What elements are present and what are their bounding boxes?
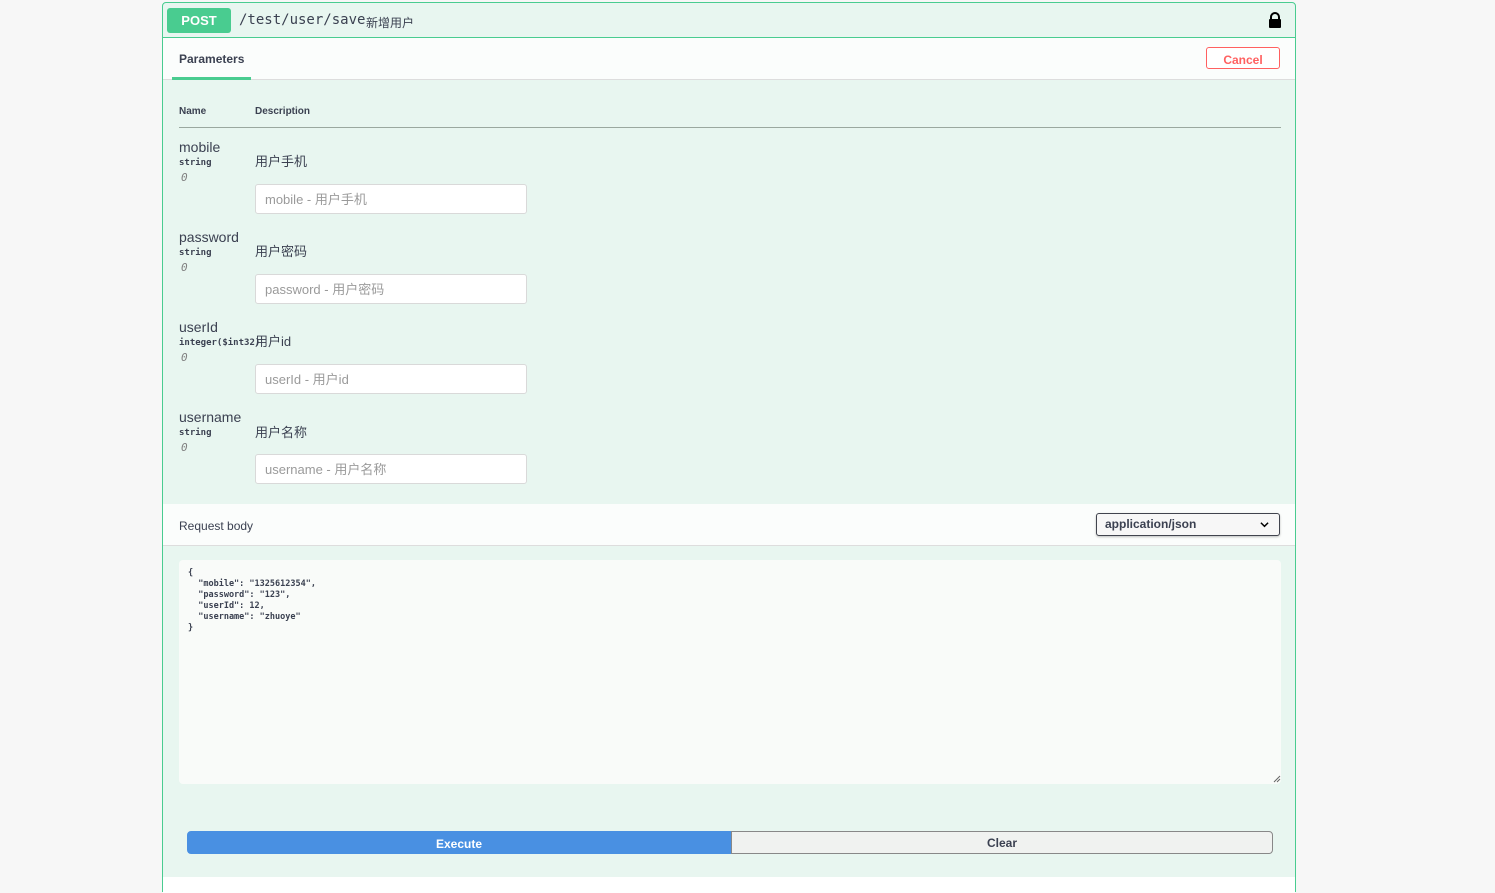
param-description-mobile: 用户手机 bbox=[255, 154, 308, 169]
param-name-mobile: mobile bbox=[179, 139, 221, 155]
chevron-down-icon bbox=[1260, 522, 1269, 528]
param-type-password: string bbox=[179, 248, 212, 258]
param-in-userid: 0 bbox=[181, 351, 188, 364]
table-header-divider bbox=[179, 127, 1281, 128]
lock-icon[interactable] bbox=[1268, 12, 1282, 28]
userid-input[interactable] bbox=[255, 364, 527, 394]
param-in-mobile: 0 bbox=[181, 171, 188, 184]
operation-block-post-user-save: POST /test/user/save 新增用户 Parameters Can… bbox=[162, 2, 1296, 893]
param-description-password: 用户密码 bbox=[255, 244, 308, 259]
resize-handle-icon[interactable] bbox=[1273, 775, 1281, 783]
operation-summary[interactable]: POST /test/user/save 新增用户 bbox=[163, 3, 1295, 38]
parameters-section-header: Parameters Cancel bbox=[163, 38, 1295, 80]
request-body-header: Request body application/json bbox=[163, 504, 1295, 546]
param-name-username: username bbox=[179, 409, 242, 425]
param-type-userid: integer($int32) bbox=[179, 338, 261, 348]
bottom-divider bbox=[163, 877, 1295, 893]
cancel-button[interactable]: Cancel bbox=[1206, 47, 1280, 69]
column-header-description: Description bbox=[255, 106, 311, 117]
param-in-password: 0 bbox=[181, 261, 188, 274]
param-name-password: password bbox=[179, 229, 239, 245]
clear-button[interactable]: Clear bbox=[731, 831, 1273, 854]
operation-summary-text: 新增用户 bbox=[366, 16, 415, 30]
param-description-userid: 用户id bbox=[255, 334, 292, 349]
password-input[interactable] bbox=[255, 274, 527, 304]
param-type-username: string bbox=[179, 428, 212, 438]
column-header-name: Name bbox=[179, 106, 207, 117]
param-in-username: 0 bbox=[181, 441, 188, 454]
param-description-username: 用户名称 bbox=[255, 425, 308, 440]
request-body-label: Request body bbox=[179, 519, 254, 533]
content-type-value: application/json bbox=[1105, 517, 1197, 531]
content-type-select[interactable]: application/json bbox=[1096, 513, 1280, 536]
mobile-input[interactable] bbox=[255, 184, 527, 214]
param-type-mobile: string bbox=[179, 158, 212, 168]
method-badge: POST bbox=[167, 8, 231, 33]
tab-parameters[interactable]: Parameters bbox=[172, 38, 252, 80]
param-name-userid: userId bbox=[179, 319, 218, 335]
operation-path: /test/user/save bbox=[239, 12, 366, 28]
username-input[interactable] bbox=[255, 454, 527, 484]
execute-button[interactable]: Execute bbox=[187, 831, 731, 854]
request-body-editor[interactable]: { "mobile": "1325612354", "password": "1… bbox=[179, 560, 1281, 784]
